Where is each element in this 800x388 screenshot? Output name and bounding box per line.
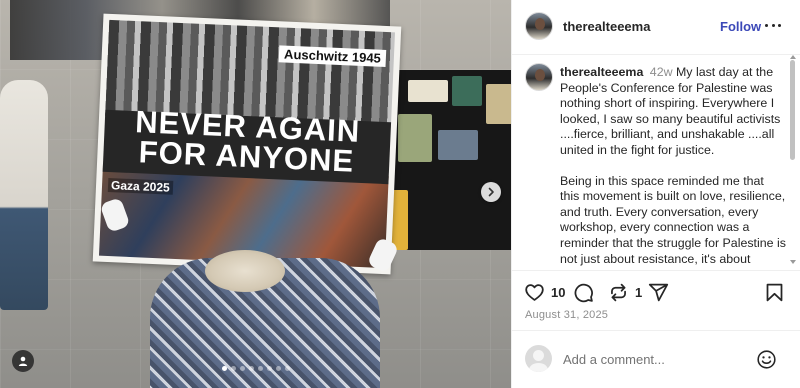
slide-dot[interactable] <box>239 366 245 371</box>
post-age: 42w <box>649 65 673 79</box>
chevron-right-icon <box>488 187 494 197</box>
photo-person <box>0 80 48 310</box>
slide-dot[interactable] <box>248 366 254 371</box>
post-actions: 10 1 August 31, 2025 <box>512 270 800 330</box>
viewer-avatar <box>525 345 552 372</box>
caption-area[interactable]: therealteeema 42w My last day at the Peo… <box>512 55 800 270</box>
repost-count[interactable]: 1 <box>635 285 642 300</box>
emoji-icon[interactable] <box>756 349 777 370</box>
author-avatar[interactable] <box>525 12 553 40</box>
comment-input[interactable] <box>563 349 743 369</box>
slide-dot[interactable] <box>266 366 272 371</box>
repost-button[interactable]: 1 <box>608 281 642 303</box>
sign-headline: Never Again For Anyone <box>134 104 361 179</box>
scroll-up-arrow[interactable] <box>790 55 796 59</box>
author-username[interactable]: therealteeema <box>563 19 650 34</box>
caption-author-avatar[interactable] <box>525 63 553 91</box>
slide-dot[interactable] <box>284 366 290 371</box>
scroll-down-arrow[interactable] <box>790 260 796 264</box>
comment-box <box>512 330 800 388</box>
slide-dot[interactable] <box>221 366 227 371</box>
like-button[interactable]: 10 <box>524 281 565 303</box>
slide-indicator <box>0 366 511 371</box>
post-media[interactable]: Auschwitz 1945 Never Again For Anyone Ga… <box>0 0 511 388</box>
slide-dot[interactable] <box>230 366 236 371</box>
caption-username[interactable]: therealteeema <box>560 65 643 79</box>
bookmark-icon <box>766 283 783 301</box>
post-date[interactable]: August 31, 2025 <box>525 309 608 321</box>
heart-icon <box>525 283 544 301</box>
slide-dot[interactable] <box>275 366 281 371</box>
comment-button[interactable] <box>573 281 594 303</box>
caption-scrollbar[interactable] <box>790 60 795 160</box>
sign-caption: Gaza 2025 <box>107 177 174 195</box>
repost-icon <box>611 283 626 301</box>
post-details-panel: therealteeema Follow therealteeema 42w M… <box>511 0 800 388</box>
photo-booth-table <box>390 70 511 250</box>
post-header: therealteeema Follow <box>512 0 800 55</box>
send-icon <box>648 283 669 301</box>
slide-dot[interactable] <box>257 366 263 371</box>
share-button[interactable] <box>648 281 669 303</box>
like-count[interactable]: 10 <box>551 285 565 300</box>
comment-icon <box>574 283 593 302</box>
save-button[interactable] <box>764 281 785 303</box>
more-options-icon[interactable] <box>765 17 781 33</box>
next-slide-button[interactable] <box>481 182 501 202</box>
caption-text: therealteeema 42w My last day at the Peo… <box>560 65 786 267</box>
protest-sign: Auschwitz 1945 Never Again For Anyone Ga… <box>92 13 402 275</box>
caption-paragraph-2: Being in this space reminded me that thi… <box>560 173 786 266</box>
photo-hat <box>205 250 285 292</box>
follow-button[interactable]: Follow <box>720 19 761 34</box>
